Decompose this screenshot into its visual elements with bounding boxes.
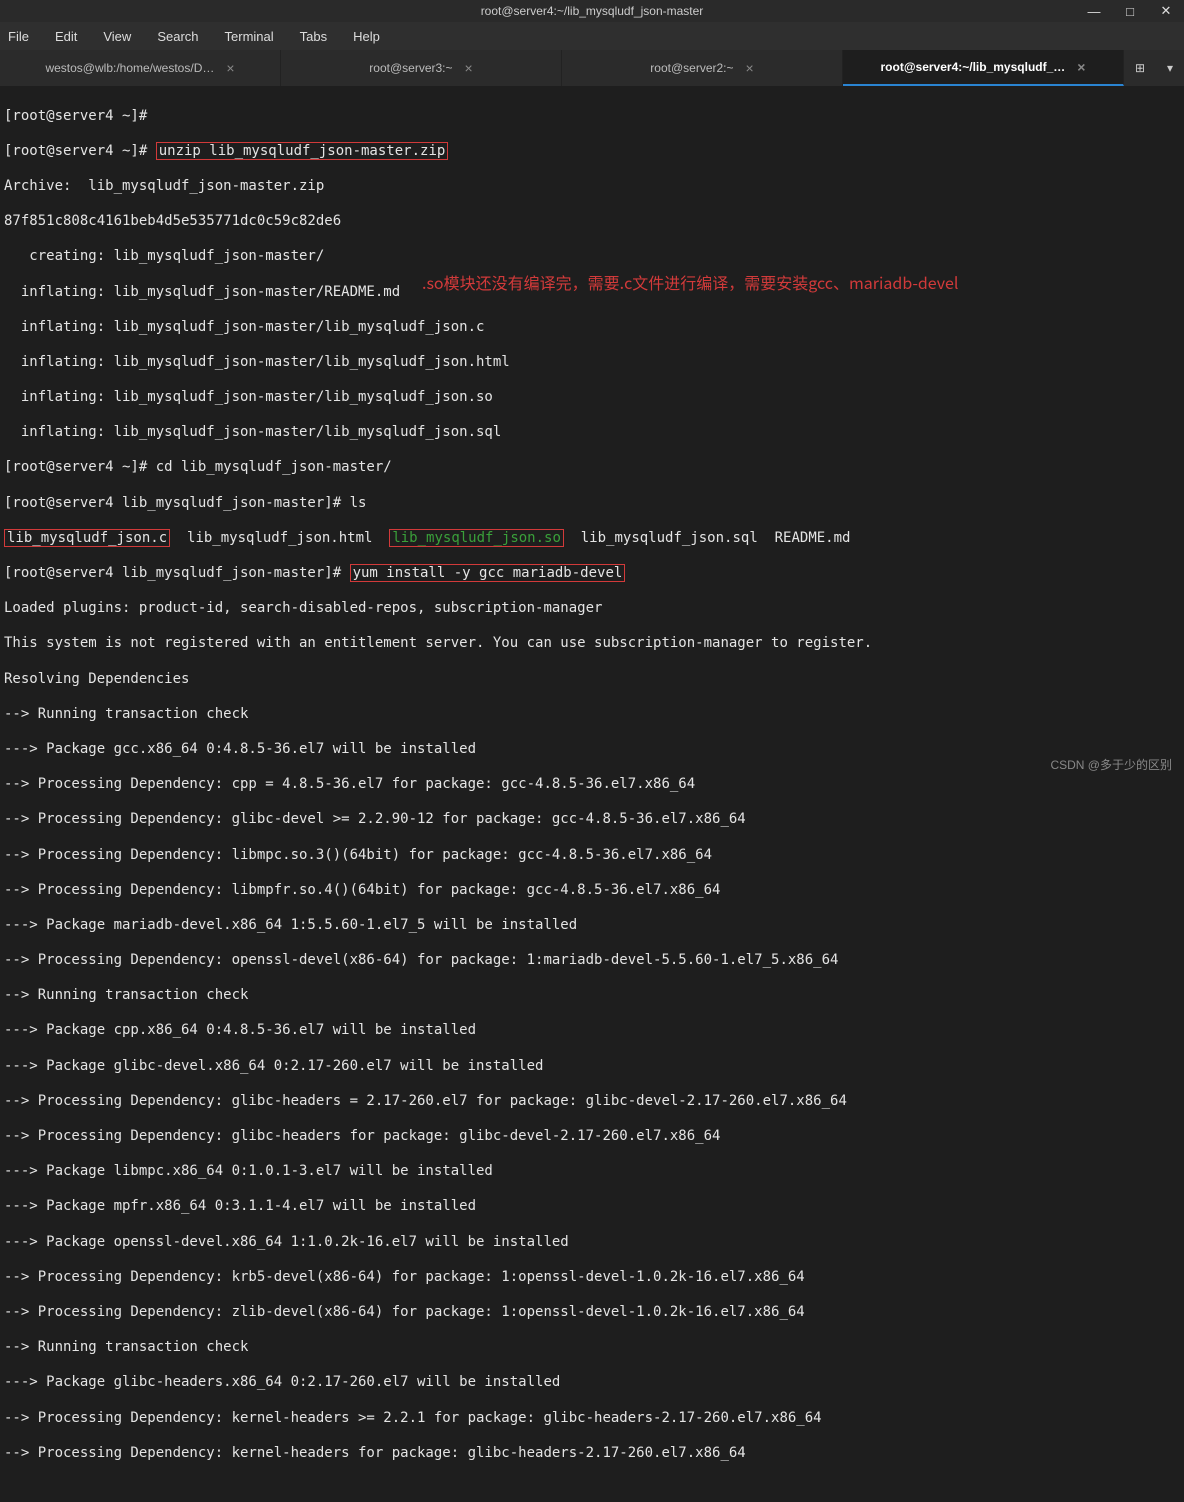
term-line: ---> Package mariadb-devel.x86_64 1:5.5.…: [4, 917, 1180, 935]
term-line: ---> Package openssl-devel.x86_64 1:1.0.…: [4, 1234, 1180, 1252]
term-line: --> Processing Dependency: openssl-devel…: [4, 952, 1180, 970]
tab-label: root@server2:~: [650, 61, 733, 75]
menu-file[interactable]: File: [4, 27, 33, 46]
term-line: ---> Package cpp.x86_64 0:4.8.5-36.el7 w…: [4, 1022, 1180, 1040]
term-line: ---> Package glibc-headers.x86_64 0:2.17…: [4, 1374, 1180, 1392]
tab-menu-icon[interactable]: ▾: [1167, 61, 1173, 75]
menubar: File Edit View Search Terminal Tabs Help: [0, 22, 1184, 50]
window-controls: — □ ✕: [1076, 0, 1184, 22]
term-line: 87f851c808c4161beb4d5e535771dc0c59c82de6: [4, 213, 1180, 231]
watermark: CSDN @多于少的区别: [1050, 756, 1172, 773]
highlight-yum: yum install -y gcc mariadb-devel: [350, 564, 626, 582]
menu-view[interactable]: View: [99, 27, 135, 46]
term-line: inflating: lib_mysqludf_json-master/lib_…: [4, 424, 1180, 442]
tab-close-icon[interactable]: ×: [226, 60, 234, 76]
term-line: ---> Package libmpc.x86_64 0:1.0.1-3.el7…: [4, 1163, 1180, 1181]
tab-tools: ⊞ ▾: [1124, 50, 1184, 86]
menu-terminal[interactable]: Terminal: [221, 27, 278, 46]
term-line: --> Processing Dependency: libmpfr.so.4(…: [4, 882, 1180, 900]
term-line: [root@server4 ~]#: [4, 108, 1180, 126]
menu-search[interactable]: Search: [153, 27, 202, 46]
term-line: [root@server4 lib_mysqludf_json-master]#…: [4, 495, 1180, 513]
menu-tabs[interactable]: Tabs: [296, 27, 331, 46]
minimize-button[interactable]: —: [1076, 0, 1112, 22]
tab-close-icon[interactable]: ×: [465, 60, 473, 76]
tabbar: westos@wlb:/home/westos/D… × root@server…: [0, 50, 1184, 86]
term-line: --> Processing Dependency: glibc-devel >…: [4, 811, 1180, 829]
tab-3[interactable]: root@server4:~/lib_mysqludf_… ×: [843, 50, 1124, 86]
close-button[interactable]: ✕: [1148, 0, 1184, 22]
annotation-text: .so模块还没有编译完，需要.c文件进行编译，需要安装gcc、mariadb-d…: [422, 274, 958, 292]
term-line: lib_mysqludf_json.c lib_mysqludf_json.ht…: [4, 530, 1180, 548]
term-line: [root@server4 ~]# cd lib_mysqludf_json-m…: [4, 459, 1180, 477]
menu-edit[interactable]: Edit: [51, 27, 81, 46]
term-line: inflating: lib_mysqludf_json-master/lib_…: [4, 354, 1180, 372]
term-line: inflating: lib_mysqludf_json-master/lib_…: [4, 389, 1180, 407]
tab-0[interactable]: westos@wlb:/home/westos/D… ×: [0, 50, 281, 86]
tab-1[interactable]: root@server3:~ ×: [281, 50, 562, 86]
tab-close-icon[interactable]: ×: [746, 60, 754, 76]
term-line: --> Processing Dependency: libmpc.so.3()…: [4, 847, 1180, 865]
highlight-so-file: lib_mysqludf_json.so: [389, 529, 564, 547]
tab-label: root@server4:~/lib_mysqludf_…: [881, 60, 1066, 74]
term-line: --> Processing Dependency: glibc-headers…: [4, 1128, 1180, 1146]
term-line: inflating: lib_mysqludf_json-master/lib_…: [4, 319, 1180, 337]
window-title: root@server4:~/lib_mysqludf_json-master: [481, 4, 704, 18]
term-line: Archive: lib_mysqludf_json-master.zip: [4, 178, 1180, 196]
term-line: --> Processing Dependency: kernel-header…: [4, 1410, 1180, 1428]
menu-help[interactable]: Help: [349, 27, 384, 46]
highlight-c-file: lib_mysqludf_json.c: [4, 529, 170, 547]
term-line: Loaded plugins: product-id, search-disab…: [4, 600, 1180, 618]
titlebar: root@server4:~/lib_mysqludf_json-master …: [0, 0, 1184, 22]
tab-close-icon[interactable]: ×: [1077, 59, 1085, 75]
term-line: --> Running transaction check: [4, 987, 1180, 1005]
tab-label: westos@wlb:/home/westos/D…: [45, 61, 214, 75]
term-line: --> Running transaction check: [4, 706, 1180, 724]
term-line: creating: lib_mysqludf_json-master/: [4, 248, 1180, 266]
term-line: --> Processing Dependency: krb5-devel(x8…: [4, 1269, 1180, 1287]
term-line: [root@server4 lib_mysqludf_json-master]#…: [4, 565, 1180, 583]
term-line: --> Processing Dependency: glibc-headers…: [4, 1093, 1180, 1111]
term-line: ---> Package gcc.x86_64 0:4.8.5-36.el7 w…: [4, 741, 1180, 759]
term-line: ---> Package mpfr.x86_64 0:3.1.1-4.el7 w…: [4, 1198, 1180, 1216]
term-line: --> Processing Dependency: kernel-header…: [4, 1445, 1180, 1463]
terminal-area[interactable]: [root@server4 ~]# [root@server4 ~]# unzi…: [0, 86, 1184, 1502]
term-line: Resolving Dependencies: [4, 671, 1180, 689]
term-line: This system is not registered with an en…: [4, 635, 1180, 653]
new-tab-icon[interactable]: ⊞: [1135, 61, 1145, 75]
highlight-unzip: unzip lib_mysqludf_json-master.zip: [156, 142, 449, 160]
term-line: ---> Package glibc-devel.x86_64 0:2.17-2…: [4, 1058, 1180, 1076]
term-line: --> Running transaction check: [4, 1339, 1180, 1357]
term-line: --> Processing Dependency: cpp = 4.8.5-3…: [4, 776, 1180, 794]
tab-label: root@server3:~: [369, 61, 452, 75]
term-line: --> Processing Dependency: zlib-devel(x8…: [4, 1304, 1180, 1322]
tab-2[interactable]: root@server2:~ ×: [562, 50, 843, 86]
term-line: [root@server4 ~]# unzip lib_mysqludf_jso…: [4, 143, 1180, 161]
maximize-button[interactable]: □: [1112, 0, 1148, 22]
